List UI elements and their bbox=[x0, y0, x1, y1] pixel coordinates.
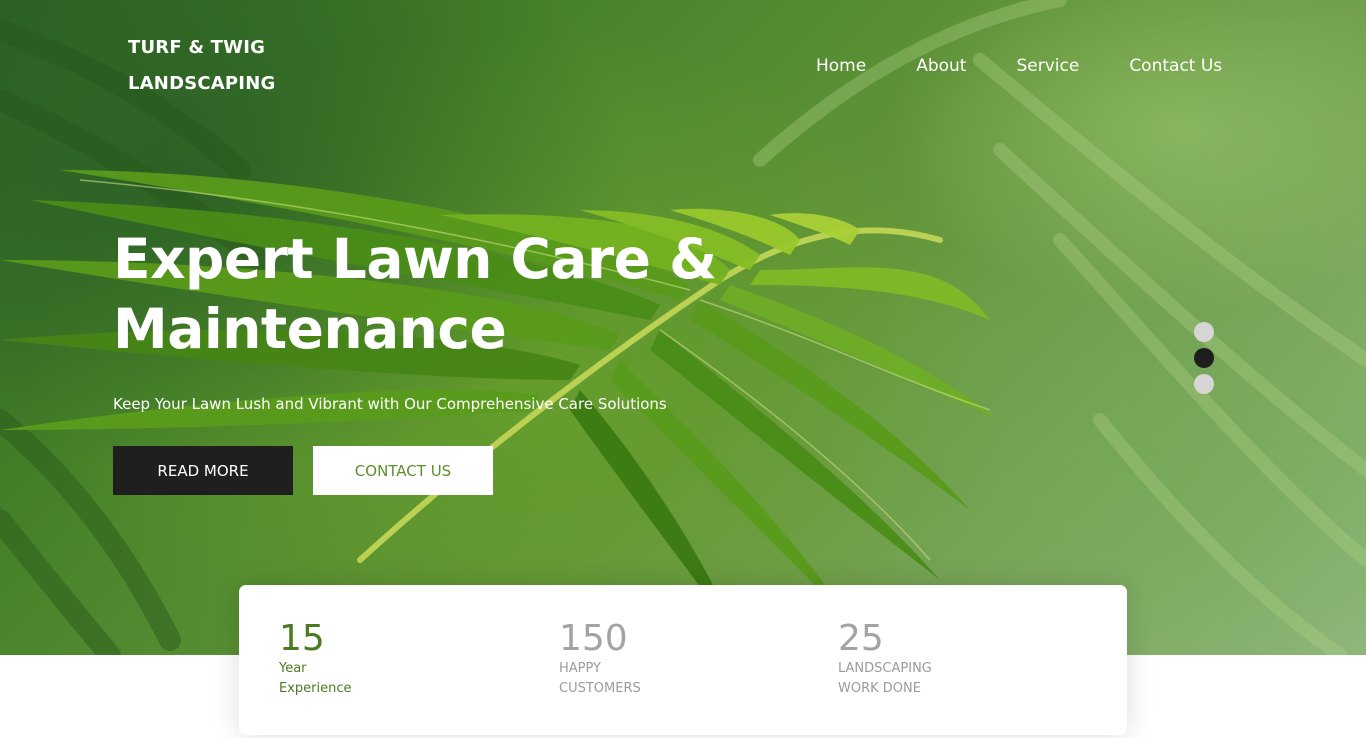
nav-link-service[interactable]: Service bbox=[1016, 54, 1079, 78]
stat-label: Year Experience bbox=[279, 659, 499, 699]
stat-value: 25 bbox=[838, 618, 884, 659]
stats-card: 15 Year Experience 150 HAPPY CUSTOMERS 2… bbox=[239, 585, 1127, 735]
contact-us-button[interactable]: CONTACT US bbox=[313, 446, 493, 495]
brand-name-line2: LANDSCAPING bbox=[128, 73, 276, 94]
stat-label-line1: LANDSCAPING bbox=[838, 661, 932, 676]
nav-link-about[interactable]: About bbox=[916, 54, 966, 78]
nav-link-contact-us[interactable]: Contact Us bbox=[1129, 54, 1222, 78]
stat-happy-customers: 150 HAPPY CUSTOMERS bbox=[559, 619, 779, 699]
nav-link-home[interactable]: Home bbox=[816, 54, 866, 78]
carousel-dot-2-active[interactable] bbox=[1194, 348, 1214, 368]
stat-experience: 15 Year Experience bbox=[279, 619, 499, 699]
stat-value: 150 bbox=[559, 618, 628, 659]
hero-title: Expert Lawn Care & Maintenance bbox=[113, 224, 753, 364]
hero-section: TURF & TWIG LANDSCAPING Home About Servi… bbox=[0, 0, 1366, 655]
brand-name-line1: TURF & TWIG bbox=[128, 37, 266, 58]
brand-logo[interactable]: TURF & TWIG LANDSCAPING bbox=[128, 30, 328, 102]
stat-label-line1: Year bbox=[279, 661, 307, 676]
stat-work-done: 25 LANDSCAPING WORK DONE bbox=[838, 619, 1058, 699]
stat-label: LANDSCAPING WORK DONE bbox=[838, 659, 1058, 699]
stat-value: 15 bbox=[279, 618, 325, 659]
stat-label-line2: WORK DONE bbox=[838, 681, 921, 696]
stat-label: HAPPY CUSTOMERS bbox=[559, 659, 779, 699]
hero-title-line1: Expert Lawn Care & bbox=[113, 227, 717, 291]
carousel-dot-1[interactable] bbox=[1194, 322, 1214, 342]
stat-label-line2: Experience bbox=[279, 681, 352, 696]
read-more-button[interactable]: READ MORE bbox=[113, 446, 293, 495]
hero-subtitle: Keep Your Lawn Lush and Vibrant with Our… bbox=[113, 395, 667, 413]
stat-label-line2: CUSTOMERS bbox=[559, 681, 641, 696]
carousel-dot-3[interactable] bbox=[1194, 374, 1214, 394]
hero-title-line2: Maintenance bbox=[113, 297, 507, 361]
main-nav: Home About Service Contact Us bbox=[816, 54, 1222, 78]
stat-label-line1: HAPPY bbox=[559, 661, 602, 676]
carousel-indicators bbox=[1194, 322, 1214, 400]
